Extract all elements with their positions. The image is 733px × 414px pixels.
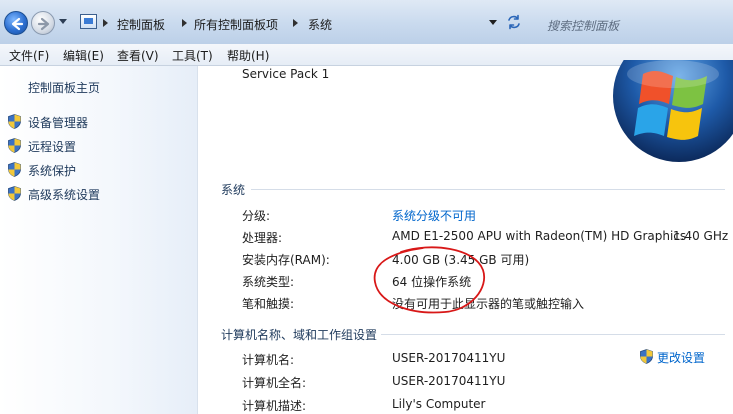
system-properties-panel: Service Pack 1 系统 分级: 系统分级不可用 处理器: AMD E… bbox=[199, 60, 733, 414]
system-type-value: 64 位操作系统 bbox=[392, 275, 472, 289]
windows-logo-icon bbox=[613, 60, 733, 162]
menu-tools[interactable]: 工具(T) bbox=[172, 47, 213, 64]
shield-icon bbox=[8, 138, 21, 153]
address-bar: 控制面板 所有控制面板项 系统 搜索控制面板 bbox=[0, 0, 733, 44]
ram-label: 安装内存(RAM): bbox=[242, 253, 330, 267]
breadcrumb-system[interactable]: 系统 bbox=[308, 16, 332, 33]
arrow-right-icon bbox=[37, 17, 50, 31]
computer-section-title: 计算机名称、域和工作组设置 bbox=[221, 328, 378, 342]
menu-edit[interactable]: 编辑(E) bbox=[63, 47, 104, 64]
sidebar-item-label: 设备管理器 bbox=[28, 116, 89, 130]
section-divider bbox=[381, 334, 725, 335]
search-placeholder: 搜索控制面板 bbox=[547, 19, 620, 33]
shield-icon bbox=[8, 162, 21, 177]
refresh-icon[interactable] bbox=[506, 14, 522, 30]
breadcrumb-separator-icon[interactable] bbox=[103, 19, 108, 27]
breadcrumb-separator-icon[interactable] bbox=[182, 19, 187, 27]
system-type-label: 系统类型: bbox=[242, 275, 295, 289]
back-button[interactable] bbox=[4, 11, 28, 35]
menu-view[interactable]: 查看(V) bbox=[117, 47, 159, 64]
arrow-left-icon bbox=[11, 17, 24, 31]
rating-link[interactable]: 系统分级不可用 bbox=[392, 207, 476, 224]
sidebar-item-label: 远程设置 bbox=[28, 140, 77, 154]
menu-help[interactable]: 帮助(H) bbox=[227, 47, 269, 64]
address-history-dropdown[interactable] bbox=[489, 20, 497, 25]
ram-value: 4.00 GB (3.45 GB 可用) bbox=[392, 253, 530, 267]
forward-button[interactable] bbox=[31, 11, 55, 35]
breadcrumb-all-items[interactable]: 所有控制面板项 bbox=[194, 16, 278, 33]
breadcrumb-separator-icon[interactable] bbox=[293, 19, 298, 27]
computer-description-value: Lily's Computer bbox=[392, 397, 486, 411]
computer-name-label: 计算机名: bbox=[242, 353, 295, 367]
sidebar-item-label: 高级系统设置 bbox=[28, 188, 101, 202]
shield-icon bbox=[8, 114, 21, 129]
section-divider bbox=[251, 189, 725, 190]
pen-touch-label: 笔和触摸: bbox=[242, 297, 295, 311]
pen-touch-value: 没有可用于此显示器的笔或触控输入 bbox=[392, 297, 585, 311]
recent-pages-dropdown[interactable] bbox=[59, 19, 67, 24]
search-input[interactable]: 搜索控制面板 bbox=[537, 10, 733, 36]
shield-icon bbox=[640, 349, 653, 364]
breadcrumb-control-panel[interactable]: 控制面板 bbox=[117, 16, 165, 33]
control-panel-icon bbox=[80, 14, 97, 29]
sidebar-home-link[interactable]: 控制面板主页 bbox=[28, 79, 100, 96]
shield-icon bbox=[8, 186, 21, 201]
system-section-title: 系统 bbox=[221, 183, 246, 197]
computer-name-value: USER-20170411YU bbox=[392, 351, 506, 365]
rating-label: 分级: bbox=[242, 209, 271, 223]
sidebar-item-label: 系统保护 bbox=[28, 164, 77, 178]
service-pack-text: Service Pack 1 bbox=[242, 67, 330, 81]
breadcrumb[interactable]: 控制面板 所有控制面板项 系统 bbox=[74, 10, 529, 36]
sidebar: 控制面板主页 设备管理器 远程设置 系统保护 高级系统设置 bbox=[0, 66, 198, 414]
computer-description-label: 计算机描述: bbox=[242, 399, 307, 413]
processor-speed: 1.40 GHz bbox=[673, 229, 729, 243]
menu-file[interactable]: 文件(F) bbox=[9, 47, 49, 64]
full-computer-name-label: 计算机全名: bbox=[242, 376, 307, 390]
change-settings-label: 更改设置 bbox=[657, 351, 706, 365]
processor-label: 处理器: bbox=[242, 231, 283, 245]
full-computer-name-value: USER-20170411YU bbox=[392, 374, 506, 388]
processor-value: AMD E1-2500 APU with Radeon(TM) HD Graph… bbox=[392, 229, 687, 243]
